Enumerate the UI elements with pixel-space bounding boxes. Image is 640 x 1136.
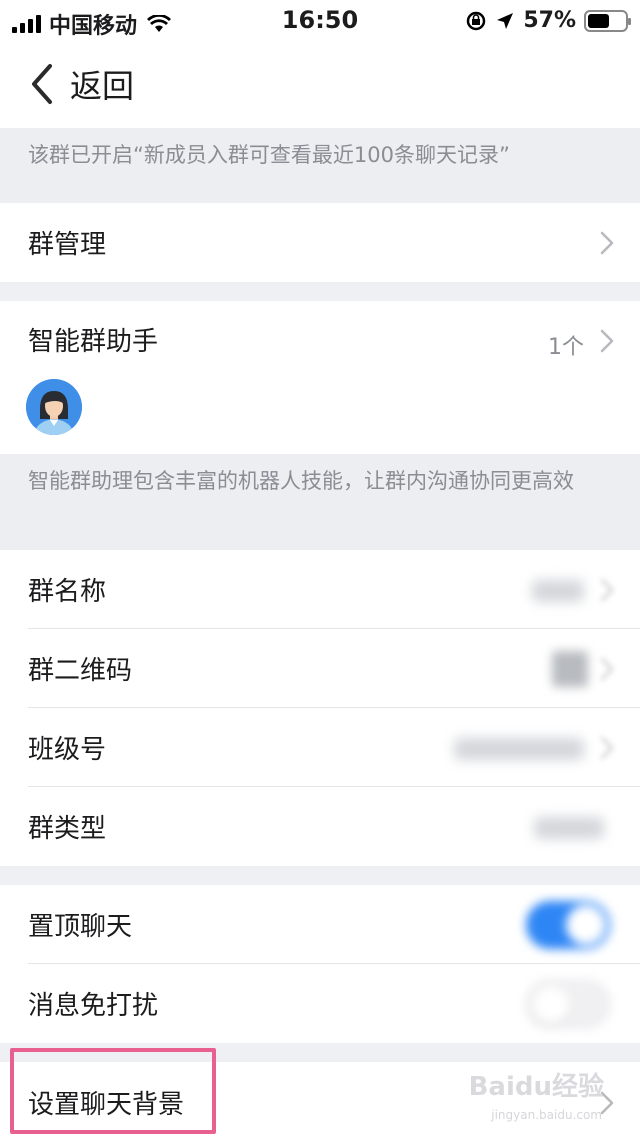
group-qrcode-row[interactable]: 群二维码 [0,629,640,708]
assistant-avatar-image [26,379,82,435]
chat-settings-section: 置顶聊天 消息免打扰 [0,885,640,1043]
pin-chat-row: 置顶聊天 [0,885,640,964]
group-type-label: 群类型 [28,814,107,844]
location-arrow-icon [497,12,514,29]
do-not-disturb-toggle[interactable] [526,979,610,1028]
assistant-label: 智能群助手 [28,327,159,357]
chevron-right-icon [600,578,614,601]
assistant-note-text: 智能群助理包含丰富的机器人技能，让群内沟通协同更高效 [28,469,574,493]
group-name-label: 群名称 [28,577,107,607]
highlight-box [10,1048,216,1134]
group-name-row[interactable]: 群名称 [0,550,640,629]
group-type-row[interactable]: 群类型 [0,787,640,866]
group-info-section: 群名称 群二维码 班级号 群类型 [0,550,640,866]
battery-fill [588,13,609,28]
status-bar: 中国移动 16:50 57% [0,0,640,40]
assistant-count: 1个 [548,335,584,360]
class-number-row[interactable]: 班级号 [0,708,640,787]
chevron-left-icon [32,64,52,104]
group-type-value [534,817,604,839]
chevron-right-icon [600,657,614,680]
group-manage-row[interactable]: 群管理 [0,203,640,282]
class-number-label: 班级号 [28,735,107,765]
pin-chat-toggle[interactable] [526,900,610,949]
chevron-right-icon [600,231,614,254]
back-label: 返回 [70,67,135,105]
group-qrcode-label: 群二维码 [28,656,133,686]
pin-chat-label: 置顶聊天 [28,912,133,942]
do-not-disturb-label: 消息免打扰 [28,991,159,1021]
chevron-right-icon [600,329,614,353]
assistant-note: 智能群助理包含丰富的机器人技能，让群内沟通协同更高效 [0,454,640,550]
qrcode-icon [552,651,588,687]
assistant-avatar[interactable] [26,379,82,435]
chevron-right-icon [600,736,614,759]
do-not-disturb-row: 消息免打扰 [0,964,640,1043]
battery-percent: 57% [523,8,576,33]
battery-icon [584,9,631,32]
watermark-url: jingyan.baidu.com [491,1108,602,1122]
assistant-section[interactable]: 智能群助手 1个 [0,301,640,454]
class-number-value [454,738,584,760]
watermark-logo: Baidu经验 [468,1072,604,1102]
group-manage-section: 群管理 [0,203,640,282]
rotation-lock-icon [467,11,486,30]
nav-bar: 返回 [0,40,640,128]
history-note: 该群已开启“新成员入群可查看最近100条聊天记录” [0,128,640,203]
group-manage-label: 群管理 [28,230,107,260]
group-name-value [532,580,584,602]
status-right: 57% [465,8,631,33]
history-note-text: 该群已开启“新成员入群可查看最近100条聊天记录” [28,143,510,167]
back-button[interactable]: 返回 [28,62,134,106]
